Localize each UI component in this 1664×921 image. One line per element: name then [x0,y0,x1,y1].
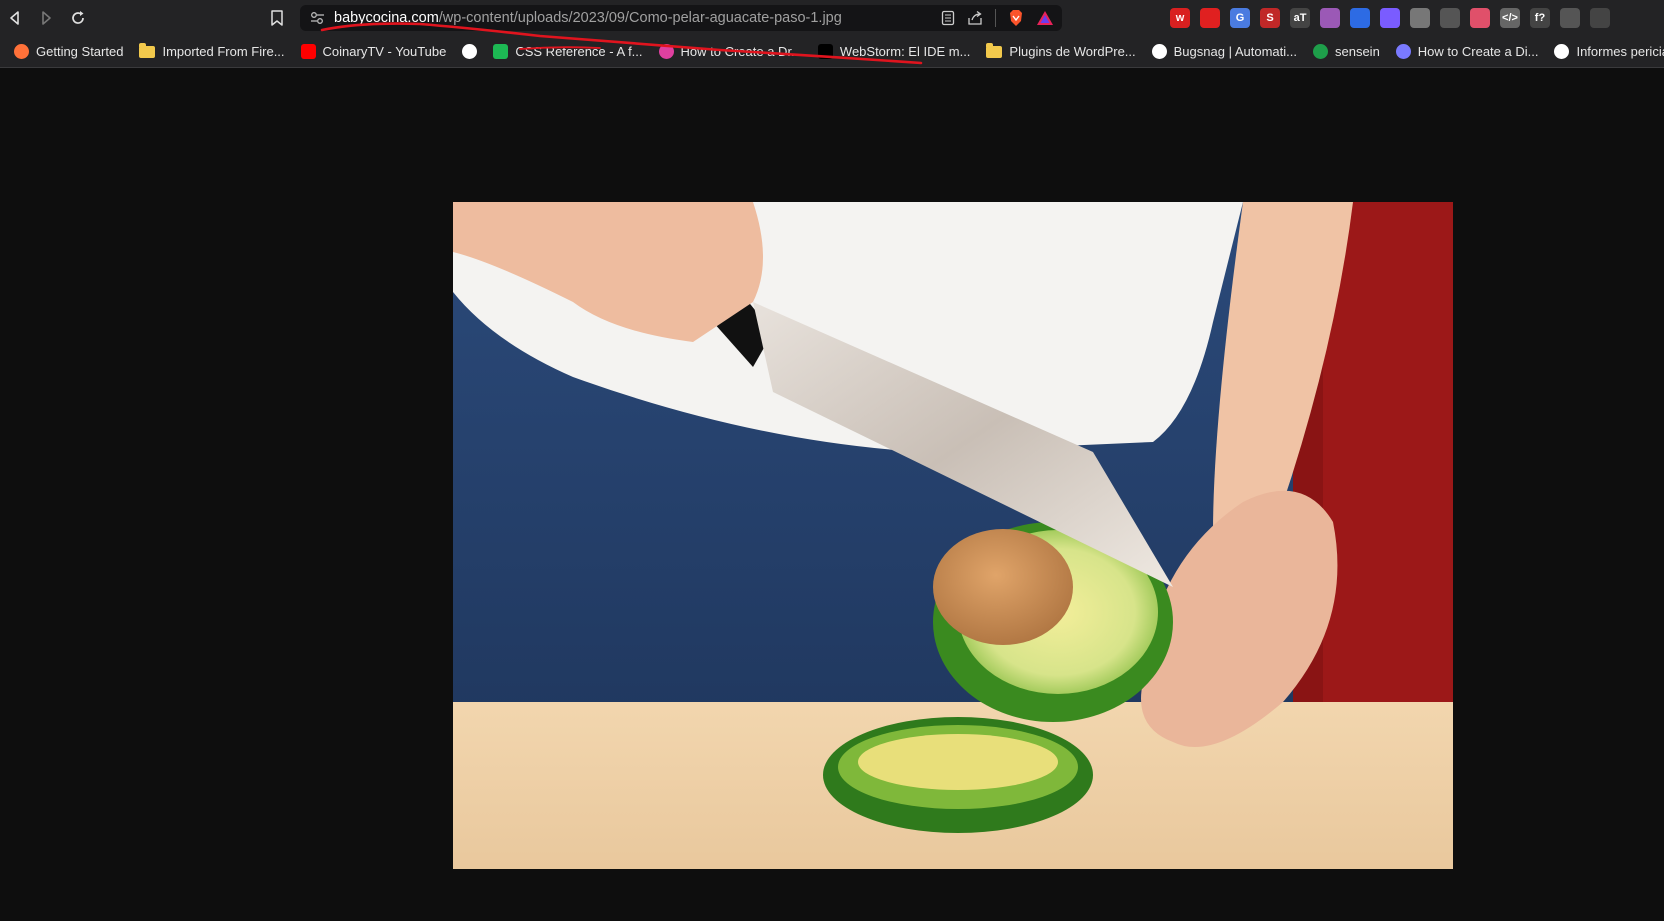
bookmark-label: How to Create a Di... [1417,44,1539,59]
sensein-icon [1312,44,1328,59]
bookmark-item[interactable]: Imported From Fire... [131,39,292,65]
bookmark-icon [271,10,283,26]
forward-button[interactable] [34,7,58,29]
bookmark-label: CoinaryTV - YouTube [322,44,447,59]
bookmark-item[interactable]: Informes periciales... [1546,39,1664,65]
folder-icon [139,42,156,58]
function-ext-icon[interactable]: f? [1530,8,1550,28]
database-ext-icon[interactable] [1410,8,1430,28]
translate-ext-icon[interactable]: G [1230,8,1250,28]
bookmarks-bar: Getting Started Imported From Fire... Coin… [0,36,1664,68]
webstorm-icon [817,44,833,59]
share-icon[interactable] [967,10,983,26]
back-button[interactable] [3,7,27,29]
bookmark-label: CSS Reference - A f... [515,44,643,59]
url-separator [995,9,996,27]
bookmark-item[interactable]: Bugsnag | Automati... [1144,39,1305,65]
code-ext-icon[interactable]: </> [1500,8,1520,28]
play-icon [493,44,509,59]
browser-toolbar: babycocina.com/wp-content/uploads/2023/0… [0,0,1664,36]
brave-rewards-icon[interactable] [1036,10,1054,26]
reload-icon [72,11,84,24]
bookmark-label: Getting Started [36,44,124,59]
youtube-icon [300,44,316,59]
color-ring-ext-icon[interactable] [1320,8,1340,28]
circle-ext-icon[interactable] [1440,8,1460,28]
web-ext-icon[interactable]: w [1170,8,1190,28]
address-bar[interactable]: babycocina.com/wp-content/uploads/2023/0… [300,5,1062,31]
bookmark-label: sensein [1334,44,1380,59]
wordpress-icon [1554,44,1570,59]
url-domain: babycocina.com [334,10,439,26]
bookmark-item[interactable]: sensein [1305,39,1388,65]
bookmark-item[interactable]: CoinaryTV - YouTube [293,39,455,65]
bookmark-item[interactable]: How to Create a Dr... [651,39,810,65]
forward-icon [42,11,51,25]
window-ext-icon[interactable] [1560,8,1580,28]
extensions-bar: w G SaT </> f? [1170,6,1660,30]
displayed-image [453,202,1453,869]
bookmark-label: Plugins de WordPre... [1009,44,1136,59]
bookmark-button[interactable] [265,7,289,29]
brave-shields-icon[interactable] [1008,9,1024,27]
bookmark-item[interactable] [454,39,485,65]
globe-icon [462,44,478,59]
bookmark-label: Bugsnag | Automati... [1173,44,1297,59]
url-path: /wp-content/uploads/2023/09/Como-pelar-a… [438,10,842,26]
bookmark-item[interactable]: Plugins de WordPre... [978,39,1143,65]
firefox-icon [14,44,29,59]
bugsnag-icon [1151,44,1167,59]
bookmark-label: Informes periciales... [1576,44,1664,59]
text-ext-icon[interactable]: aT [1290,8,1310,28]
puzzle-ext-icon[interactable] [1590,8,1610,28]
bookmark-label: Imported From Fire... [162,44,285,59]
bookmark-item[interactable]: WebStorm: El IDE m... [810,39,979,65]
gear-ext-icon[interactable] [1380,8,1400,28]
reload-button[interactable] [66,7,90,29]
s-ext-icon[interactable]: S [1260,8,1280,28]
url-actions [941,9,1054,27]
pink-grid-ext-icon[interactable] [1470,8,1490,28]
shield-ext-icon[interactable] [1200,8,1220,28]
bookmark-item[interactable]: CSS Reference - A f... [485,39,650,65]
star-icon [658,44,674,59]
spinner-icon [1395,44,1411,59]
url-text[interactable]: babycocina.com/wp-content/uploads/2023/0… [334,10,842,26]
site-settings-icon[interactable] [310,11,325,25]
bookmark-item[interactable]: How to Create a Di... [1388,39,1547,65]
bookmark-label: WebStorm: El IDE m... [839,44,971,59]
folder-icon [986,42,1003,58]
back-icon [10,11,19,25]
bookmark-label: How to Create a Dr... [680,44,802,59]
bookmark-item[interactable]: Getting Started [6,39,131,65]
blue-box-ext-icon[interactable] [1350,8,1370,28]
avocado-photo [453,202,1453,869]
reader-mode-icon[interactable] [941,10,955,26]
